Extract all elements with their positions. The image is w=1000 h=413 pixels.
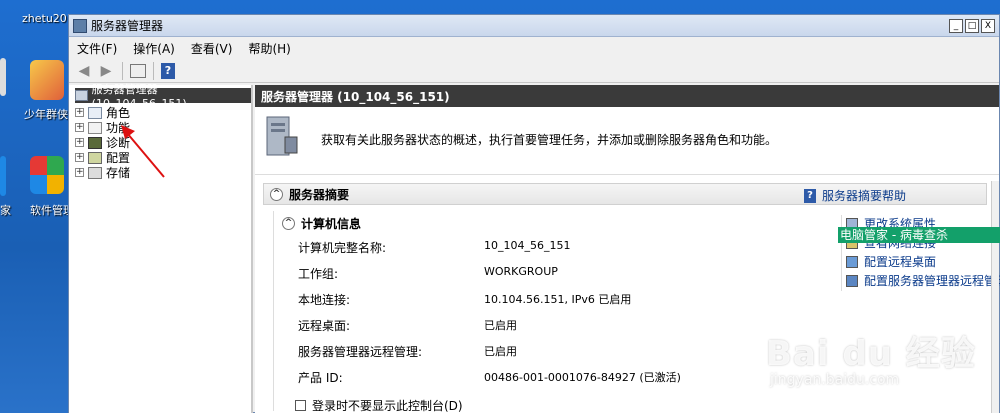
info-label: 计算机完整名称: xyxy=(298,241,387,255)
menu-file[interactable]: 文件(F) xyxy=(77,40,117,57)
info-value-link[interactable]: 10.104.56.151, IPv6 已启用 xyxy=(484,291,631,307)
computer-info-title: 计算机信息 xyxy=(301,217,362,231)
toolbar: ◀ ▶ ? xyxy=(69,59,999,83)
checkbox-label: 登录时不要显示此控制台(D) xyxy=(312,399,463,413)
toolbar-separator xyxy=(122,61,123,80)
info-label: 远程桌面: xyxy=(298,319,351,333)
info-value: 已启用 xyxy=(484,319,517,332)
collapse-chevron-icon[interactable]: ^ xyxy=(270,187,283,201)
desktop-left-edge-label: 家 xyxy=(0,204,11,217)
show-hide-console-tree-icon[interactable] xyxy=(130,63,146,78)
left-edge-icon[interactable] xyxy=(0,58,6,96)
server-graphic-icon xyxy=(266,116,298,156)
intro-description: 获取有关此服务器状态的概述，执行首要管理任务，并添加或删除服务器角色和功能。 xyxy=(321,133,778,147)
configure-remote-desktop-link[interactable]: 配置远程桌面 xyxy=(846,253,936,270)
software-manager-desktop-icon[interactable] xyxy=(30,156,64,194)
task-label: 配置远程桌面 xyxy=(864,255,937,269)
configure-remote-management-link[interactable]: 配置服务器管理器远程管理 xyxy=(846,272,1000,289)
remote-desktop-icon xyxy=(846,255,858,268)
do-not-show-at-logon-row[interactable]: 登录时不要显示此控制台(D) xyxy=(295,397,463,413)
info-label: 本地连接: xyxy=(298,293,351,307)
menu-bar: 文件(F) 操作(A) 查看(V) 帮助(H) xyxy=(69,37,999,59)
server-manager-app-icon xyxy=(73,18,87,33)
desktop-icon1-label[interactable]: 少年群侠 xyxy=(24,106,68,122)
forward-arrow-icon[interactable]: ▶ xyxy=(97,62,115,80)
info-value: 10_104_56_151 xyxy=(484,239,571,252)
window-title: 服务器管理器 xyxy=(91,19,164,33)
title-bar[interactable]: 服务器管理器 _ □ X xyxy=(69,15,999,37)
collapse-chevron-icon[interactable]: ^ xyxy=(282,217,295,230)
do-not-show-checkbox[interactable] xyxy=(295,400,306,411)
info-value: WORKGROUP xyxy=(484,265,558,278)
minimize-button[interactable]: _ xyxy=(949,18,963,33)
game-desktop-icon[interactable] xyxy=(30,60,64,100)
help-icon[interactable]: ? xyxy=(161,62,175,79)
left-edge-icon-2[interactable] xyxy=(0,156,6,196)
menu-view[interactable]: 查看(V) xyxy=(191,40,233,57)
info-label: 服务器管理器远程管理: xyxy=(298,345,423,359)
server-summary-help-link[interactable]: ? 服务器摘要帮助 xyxy=(803,187,906,204)
info-label: 工作组: xyxy=(298,267,339,281)
remote-management-icon xyxy=(846,274,858,287)
baidu-watermark: Bai du 经验 xyxy=(766,334,976,374)
intro-section: 获取有关此服务器状态的概述，执行首要管理任务，并添加或删除服务器角色和功能。 xyxy=(255,107,999,175)
close-button[interactable]: X xyxy=(981,18,995,33)
vertical-scrollbar[interactable] xyxy=(991,181,999,413)
console-tree: 服务器管理器 (10_104_56_151) + 角色 + 功能 + 诊断 + … xyxy=(69,83,253,413)
pc-manager-notification-banner[interactable]: 电脑管家 - 病毒查杀 xyxy=(838,227,1000,243)
back-arrow-icon[interactable]: ◀ xyxy=(75,62,93,80)
server-summary-help-label: 服务器摘要帮助 xyxy=(821,189,906,203)
window-controls: _ □ X xyxy=(949,18,999,33)
menu-help[interactable]: 帮助(H) xyxy=(248,40,290,57)
maximize-button[interactable]: □ xyxy=(965,18,979,33)
menu-action[interactable]: 操作(A) xyxy=(133,40,175,57)
info-value: 00486-001-0001076-84927 (已激活) xyxy=(484,371,681,384)
task-label: 配置服务器管理器远程管理 xyxy=(864,274,1000,288)
computer-info-header[interactable]: ^ 计算机信息 xyxy=(282,215,361,232)
server-summary-header[interactable]: ^ 服务器摘要 ? 服务器摘要帮助 xyxy=(263,183,987,205)
server-summary-title: 服务器摘要 xyxy=(289,187,350,202)
help-icon: ? xyxy=(803,188,816,203)
baidu-watermark-url: jingyan.baidu.com xyxy=(770,372,900,388)
desktop-top-label: zhetu201 xyxy=(22,12,74,25)
toolbar-separator-2 xyxy=(153,61,154,80)
annotation-arrow-icon xyxy=(121,125,165,178)
info-value: 已启用 xyxy=(484,345,517,358)
info-label: 产品 ID: xyxy=(298,371,343,385)
content-header: 服务器管理器 (10_104_56_151) xyxy=(255,85,999,107)
